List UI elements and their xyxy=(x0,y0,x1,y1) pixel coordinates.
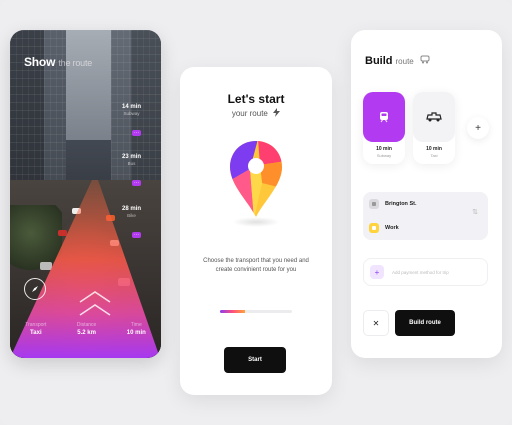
start-button[interactable]: Start xyxy=(224,347,286,373)
stat-transport: Transport Taxi xyxy=(25,322,46,336)
compass-button[interactable] xyxy=(24,278,46,300)
bus-route-icon xyxy=(420,55,430,64)
map-pin-icon xyxy=(230,141,282,217)
close-button[interactable]: ✕ xyxy=(363,310,389,336)
screen-show-route: Show the route 14 min Subway ··· 23 min … xyxy=(10,30,161,358)
mode-icon-bg xyxy=(413,92,455,142)
onboarding-progress xyxy=(220,310,292,313)
subtitle-text: your route xyxy=(231,109,268,118)
subway-icon xyxy=(380,112,388,123)
route-to-text: Work xyxy=(385,225,399,231)
stat-time: Time 10 min xyxy=(127,322,146,336)
intro-description: Choose the transport that you need and c… xyxy=(203,258,309,273)
ar-route-path xyxy=(10,180,160,358)
origin-icon xyxy=(369,199,379,209)
stat-value: Taxi xyxy=(30,330,42,336)
title-bold: Build xyxy=(365,55,393,67)
mode-time: 10 min xyxy=(376,146,392,152)
mode-name: Subway xyxy=(376,153,392,158)
title-light: the route xyxy=(58,58,93,68)
route-fields: Brington St. Work ⇅ xyxy=(363,192,488,240)
stop-time: 23 min xyxy=(121,154,141,160)
payment-placeholder: Add payment method for trip xyxy=(392,269,449,275)
screen-title: Show the route xyxy=(24,55,92,69)
stop-label: Bike xyxy=(127,213,136,218)
progress-fill xyxy=(220,310,246,313)
stop-label: Subway xyxy=(123,111,140,116)
stat-distance: Distance 5.2 km xyxy=(77,322,96,336)
swap-icon[interactable]: ⇅ xyxy=(472,208,478,216)
mode-time: 10 min xyxy=(426,146,442,152)
stop-time: 28 min xyxy=(121,206,141,212)
stop-badge[interactable]: ··· xyxy=(132,232,141,238)
destination-icon xyxy=(369,223,379,233)
page-title: Build route xyxy=(365,55,430,67)
route-from[interactable]: Brington St. xyxy=(369,192,482,216)
screen-lets-start: Let's start your route Choose the transp… xyxy=(180,67,332,395)
route-from-text: Brington St. xyxy=(385,201,417,207)
compass-icon xyxy=(32,286,38,292)
mode-card-taxi[interactable]: 10 min Taxi xyxy=(413,92,455,164)
mode-card-subway[interactable]: 10 min Subway xyxy=(363,92,405,164)
mode-icon-bg xyxy=(363,92,405,142)
taxi-icon xyxy=(426,112,442,122)
screen-build-route: Build route 10 min Subway 10 min Taxi + … xyxy=(351,30,502,358)
stop-label: Bus xyxy=(127,161,136,166)
stop-subway[interactable]: 14 min Subway xyxy=(122,104,141,116)
payment-method-row[interactable]: + Add payment method for trip xyxy=(363,258,488,286)
stop-badge[interactable]: ··· xyxy=(132,180,141,186)
stat-label: Distance xyxy=(76,322,97,328)
stop-bike[interactable]: 28 min Bike xyxy=(122,206,141,218)
mode-name: Taxi xyxy=(430,153,438,158)
stop-badge[interactable]: ··· xyxy=(132,130,141,136)
add-mode-button[interactable]: + xyxy=(467,117,489,139)
title-bold: Show xyxy=(24,55,56,69)
stat-value: 5.2 km xyxy=(77,330,96,336)
stat-label: Time xyxy=(130,322,142,328)
stat-label: Transport xyxy=(25,322,47,328)
stat-value: 10 min xyxy=(126,330,146,336)
pin-shadow xyxy=(232,217,280,227)
build-route-button[interactable]: Build route xyxy=(395,310,455,336)
page-subtitle: your route xyxy=(180,108,332,118)
route-to[interactable]: Work xyxy=(369,216,482,240)
plus-icon: + xyxy=(370,265,384,279)
trip-stats: Transport Taxi Distance 5.2 km Time 10 m… xyxy=(10,322,161,336)
stop-bus[interactable]: 23 min Bus xyxy=(122,154,141,166)
bolt-icon xyxy=(273,108,281,117)
page-title: Let's start xyxy=(227,92,285,106)
stop-time: 14 min xyxy=(121,104,141,110)
title-light: route xyxy=(395,57,414,66)
